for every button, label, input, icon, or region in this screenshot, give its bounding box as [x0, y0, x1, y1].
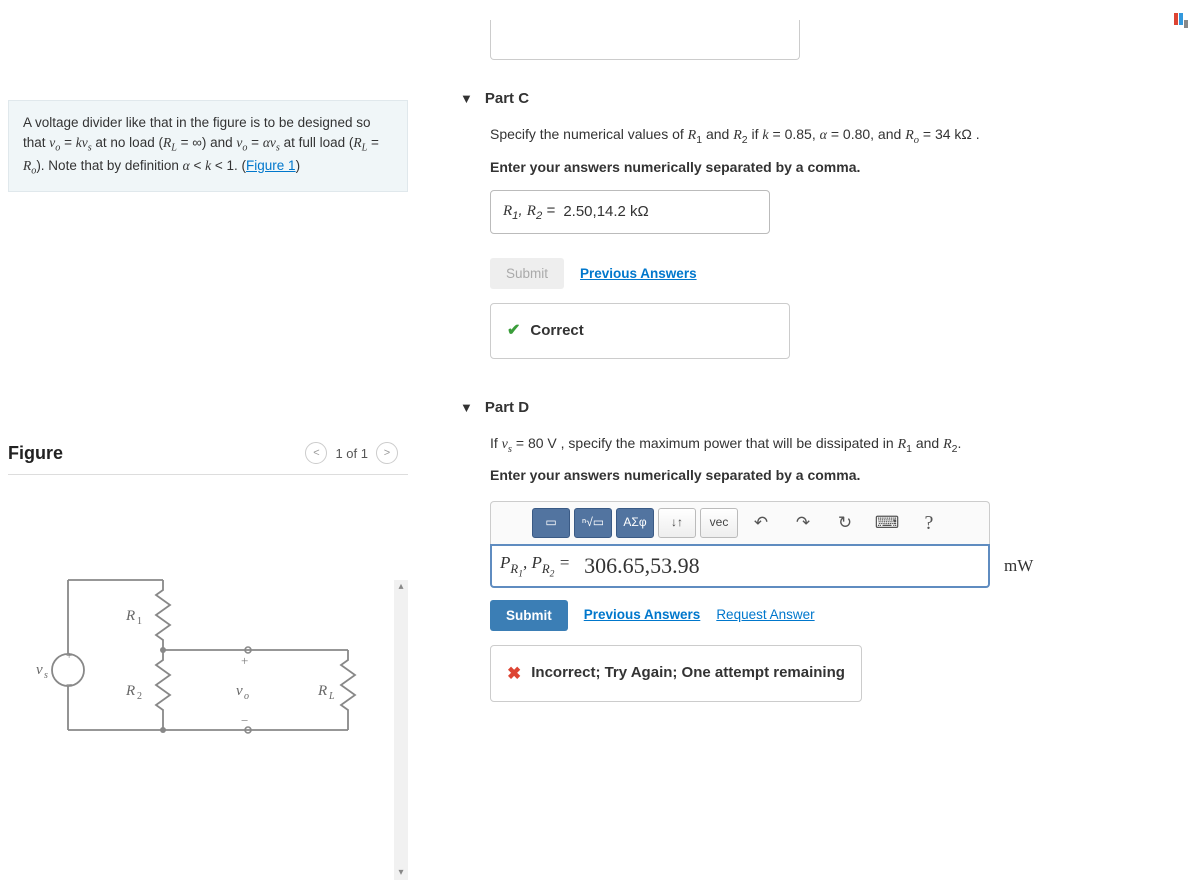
part-d-unit: mW [1004, 552, 1033, 579]
svg-text:2: 2 [137, 691, 142, 702]
fraction-tool-icon[interactable]: ▭ [532, 508, 570, 538]
scroll-down-icon[interactable]: ▾ [394, 866, 408, 880]
pager-prev[interactable]: < [305, 442, 327, 464]
part-c-instruction: Enter your answers numerically separated… [490, 156, 1180, 178]
svg-text:−: − [66, 679, 72, 691]
part-c-header[interactable]: ▼ Part C [460, 90, 1180, 107]
svg-text:o: o [244, 691, 249, 702]
part-d-input-prefix: PR1, PR2 = [492, 549, 578, 581]
x-icon: ✖ [507, 660, 521, 687]
greek-tool-icon[interactable]: ΑΣφ [616, 508, 654, 538]
part-c-feedback: ✔ Correct [490, 303, 790, 359]
circuit-figure: + − vs R1 R2 + vo [8, 505, 388, 785]
pager-label: 1 of 1 [335, 446, 368, 461]
part-c-answer-field[interactable]: R1, R2 = 2.50,14.2 kΩ [490, 190, 770, 234]
part-d-request-answer-link[interactable]: Request Answer [716, 604, 814, 626]
part-d-answer-input[interactable]: PR1, PR2 = 306.65,53.98 [490, 544, 990, 588]
svg-text:+: + [66, 650, 72, 662]
undo-button[interactable]: ↶ [742, 508, 780, 538]
caret-down-icon: ▼ [460, 91, 473, 106]
figure-scrollbar[interactable]: ▴ ▾ [394, 580, 408, 880]
pager-next[interactable]: > [376, 442, 398, 464]
figure-pager: < 1 of 1 > [305, 442, 398, 464]
part-d-previous-answers-link[interactable]: Previous Answers [584, 604, 701, 626]
keyboard-button[interactable]: ⌨ [868, 508, 906, 538]
help-button[interactable]: ? [910, 508, 948, 538]
part-c-previous-answers-link[interactable]: Previous Answers [580, 263, 697, 285]
problem-statement: A voltage divider like that in the figur… [8, 100, 408, 192]
svg-text:v: v [236, 683, 243, 699]
part-d-feedback: ✖ Incorrect; Try Again; One attempt rema… [490, 645, 862, 702]
svg-text:1: 1 [137, 616, 142, 627]
svg-text:s: s [44, 670, 48, 681]
part-c-answer-value: 2.50,14.2 kΩ [563, 200, 648, 224]
svg-text:v: v [36, 662, 43, 678]
redo-button[interactable]: ↷ [784, 508, 822, 538]
figure-link[interactable]: Figure 1 [246, 158, 296, 173]
part-c-submit-button[interactable]: Submit [490, 258, 564, 289]
caret-down-icon: ▼ [460, 400, 473, 415]
arrows-tool-icon[interactable]: ↓↑ [658, 508, 696, 538]
svg-text:+: + [241, 653, 248, 668]
part-c-feedback-text: Correct [530, 319, 583, 343]
reset-button[interactable]: ↻ [826, 508, 864, 538]
part-c-title: Part C [485, 90, 529, 107]
part-d-prompt: If vs = 80 V , specify the maximum power… [490, 432, 1180, 459]
part-d-feedback-text: Incorrect; Try Again; One attempt remain… [531, 661, 845, 685]
equation-toolbar: ▭ ⁿ√▭ ΑΣφ ↓↑ vec ↶ ↷ ↻ ⌨ ? [490, 501, 990, 544]
part-d-title: Part D [485, 399, 529, 416]
scroll-up-icon[interactable]: ▴ [394, 580, 408, 594]
part-c-prompt: Specify the numerical values of R1 and R… [490, 123, 1180, 150]
previous-part-input-fragment [490, 20, 800, 60]
svg-text:R: R [317, 683, 327, 699]
svg-text:−: − [241, 713, 248, 728]
figure-title: Figure [8, 443, 63, 464]
problem-text: A voltage divider like that in the figur… [23, 115, 379, 173]
vec-tool-button[interactable]: vec [700, 508, 738, 538]
problem-text-end: ) [296, 158, 301, 173]
sqrt-tool-icon[interactable]: ⁿ√▭ [574, 508, 612, 538]
part-d-submit-button[interactable]: Submit [490, 600, 568, 631]
part-d-header[interactable]: ▼ Part D [460, 399, 1180, 416]
svg-text:R: R [125, 608, 135, 624]
check-icon: ✔ [507, 318, 520, 344]
svg-text:L: L [328, 691, 335, 702]
part-c-answer-prefix: R1, R2 = [503, 199, 559, 225]
part-d-input-value: 306.65,53.98 [578, 548, 988, 583]
svg-text:R: R [125, 683, 135, 699]
part-d-instruction: Enter your answers numerically separated… [490, 464, 1180, 486]
